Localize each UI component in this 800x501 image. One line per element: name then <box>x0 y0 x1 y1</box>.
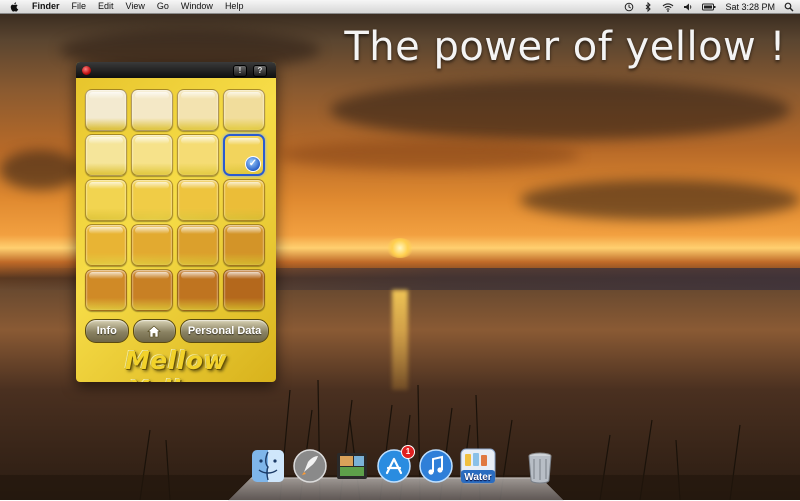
shade-cell[interactable] <box>177 134 219 176</box>
checkmark-icon: ✓ <box>245 156 261 172</box>
menu-clock[interactable]: Sat 3:28 PM <box>725 2 775 12</box>
shade-cell[interactable] <box>85 269 127 311</box>
shade-cell[interactable]: ✓ <box>223 134 265 176</box>
shade-cell[interactable] <box>131 269 173 311</box>
app-logo-text: Mellow Yellow <box>124 346 228 382</box>
shade-cell[interactable] <box>85 134 127 176</box>
dock-item-finder[interactable] <box>250 448 286 484</box>
sun-reflection <box>392 290 408 390</box>
menu-view[interactable]: View <box>120 0 151 13</box>
volume-icon[interactable] <box>683 2 693 12</box>
shade-cell[interactable] <box>131 179 173 221</box>
music-note-icon <box>419 449 453 483</box>
menu-bar: Finder File Edit View Go Window Help Sat… <box>0 0 800 14</box>
menu-help[interactable]: Help <box>219 0 250 13</box>
dock-item-itunes[interactable] <box>418 448 454 484</box>
cloud <box>0 150 80 190</box>
menu-extras: Sat 3:28 PM <box>624 0 794 13</box>
mellow-yellow-window: ! ? ✓ Info Personal Data Mellow Yellow <box>76 62 276 382</box>
cloud <box>280 140 580 170</box>
bluetooth-icon[interactable] <box>643 1 653 12</box>
yellow-shade-grid: ✓ <box>85 89 269 311</box>
sun <box>386 238 414 258</box>
menu-go[interactable]: Go <box>151 0 175 13</box>
button-row: Info Personal Data <box>85 319 270 343</box>
battery-icon[interactable] <box>702 2 716 12</box>
trash-icon <box>528 452 552 484</box>
shade-cell[interactable] <box>131 224 173 266</box>
dock-item-launchpad[interactable] <box>292 448 328 484</box>
water-app-label: Water <box>464 472 492 483</box>
dock-item-app-store[interactable]: 1 <box>376 445 415 484</box>
close-button[interactable] <box>82 66 91 75</box>
cloud <box>330 80 790 140</box>
dock-item-water[interactable]: Water <box>460 448 496 484</box>
home-button[interactable] <box>132 319 177 343</box>
menu-finder[interactable]: Finder <box>26 0 66 13</box>
dock-item-preview[interactable] <box>334 448 370 484</box>
shade-cell[interactable] <box>131 89 173 131</box>
dock-item-trash[interactable] <box>522 448 558 484</box>
rocket-icon <box>293 449 327 483</box>
shade-cell[interactable] <box>177 89 219 131</box>
shade-cell[interactable] <box>223 224 265 266</box>
shade-cell[interactable] <box>131 134 173 176</box>
dock: 1 Water <box>250 445 558 484</box>
shade-cell[interactable] <box>177 269 219 311</box>
shade-cell[interactable] <box>85 179 127 221</box>
shade-cell[interactable] <box>177 179 219 221</box>
shade-cell[interactable] <box>223 179 265 221</box>
cloud <box>520 180 800 220</box>
menu-file[interactable]: File <box>66 0 93 13</box>
notification-badge: 1 <box>401 445 415 459</box>
shade-cell[interactable] <box>223 89 265 131</box>
spotlight-icon[interactable] <box>784 2 794 12</box>
wifi-icon[interactable] <box>662 2 674 12</box>
home-icon <box>147 325 162 337</box>
shade-cell[interactable] <box>85 89 127 131</box>
apple-icon[interactable] <box>8 0 20 13</box>
headline: The power of yellow ! <box>344 24 786 70</box>
menu-window[interactable]: Window <box>175 0 219 13</box>
shade-cell[interactable] <box>223 269 265 311</box>
shade-cell[interactable] <box>177 224 219 266</box>
window-titlebar[interactable]: ! ? <box>76 62 276 78</box>
help-button[interactable]: ? <box>253 65 267 77</box>
finder-icon <box>252 450 284 482</box>
shade-cell[interactable] <box>85 224 127 266</box>
time-machine-icon[interactable] <box>624 2 634 12</box>
menu-edit[interactable]: Edit <box>92 0 120 13</box>
preview-icon <box>337 453 367 479</box>
personal-data-button[interactable]: Personal Data <box>180 319 270 343</box>
info-button[interactable]: Info <box>85 319 129 343</box>
alert-button[interactable]: ! <box>233 65 247 77</box>
